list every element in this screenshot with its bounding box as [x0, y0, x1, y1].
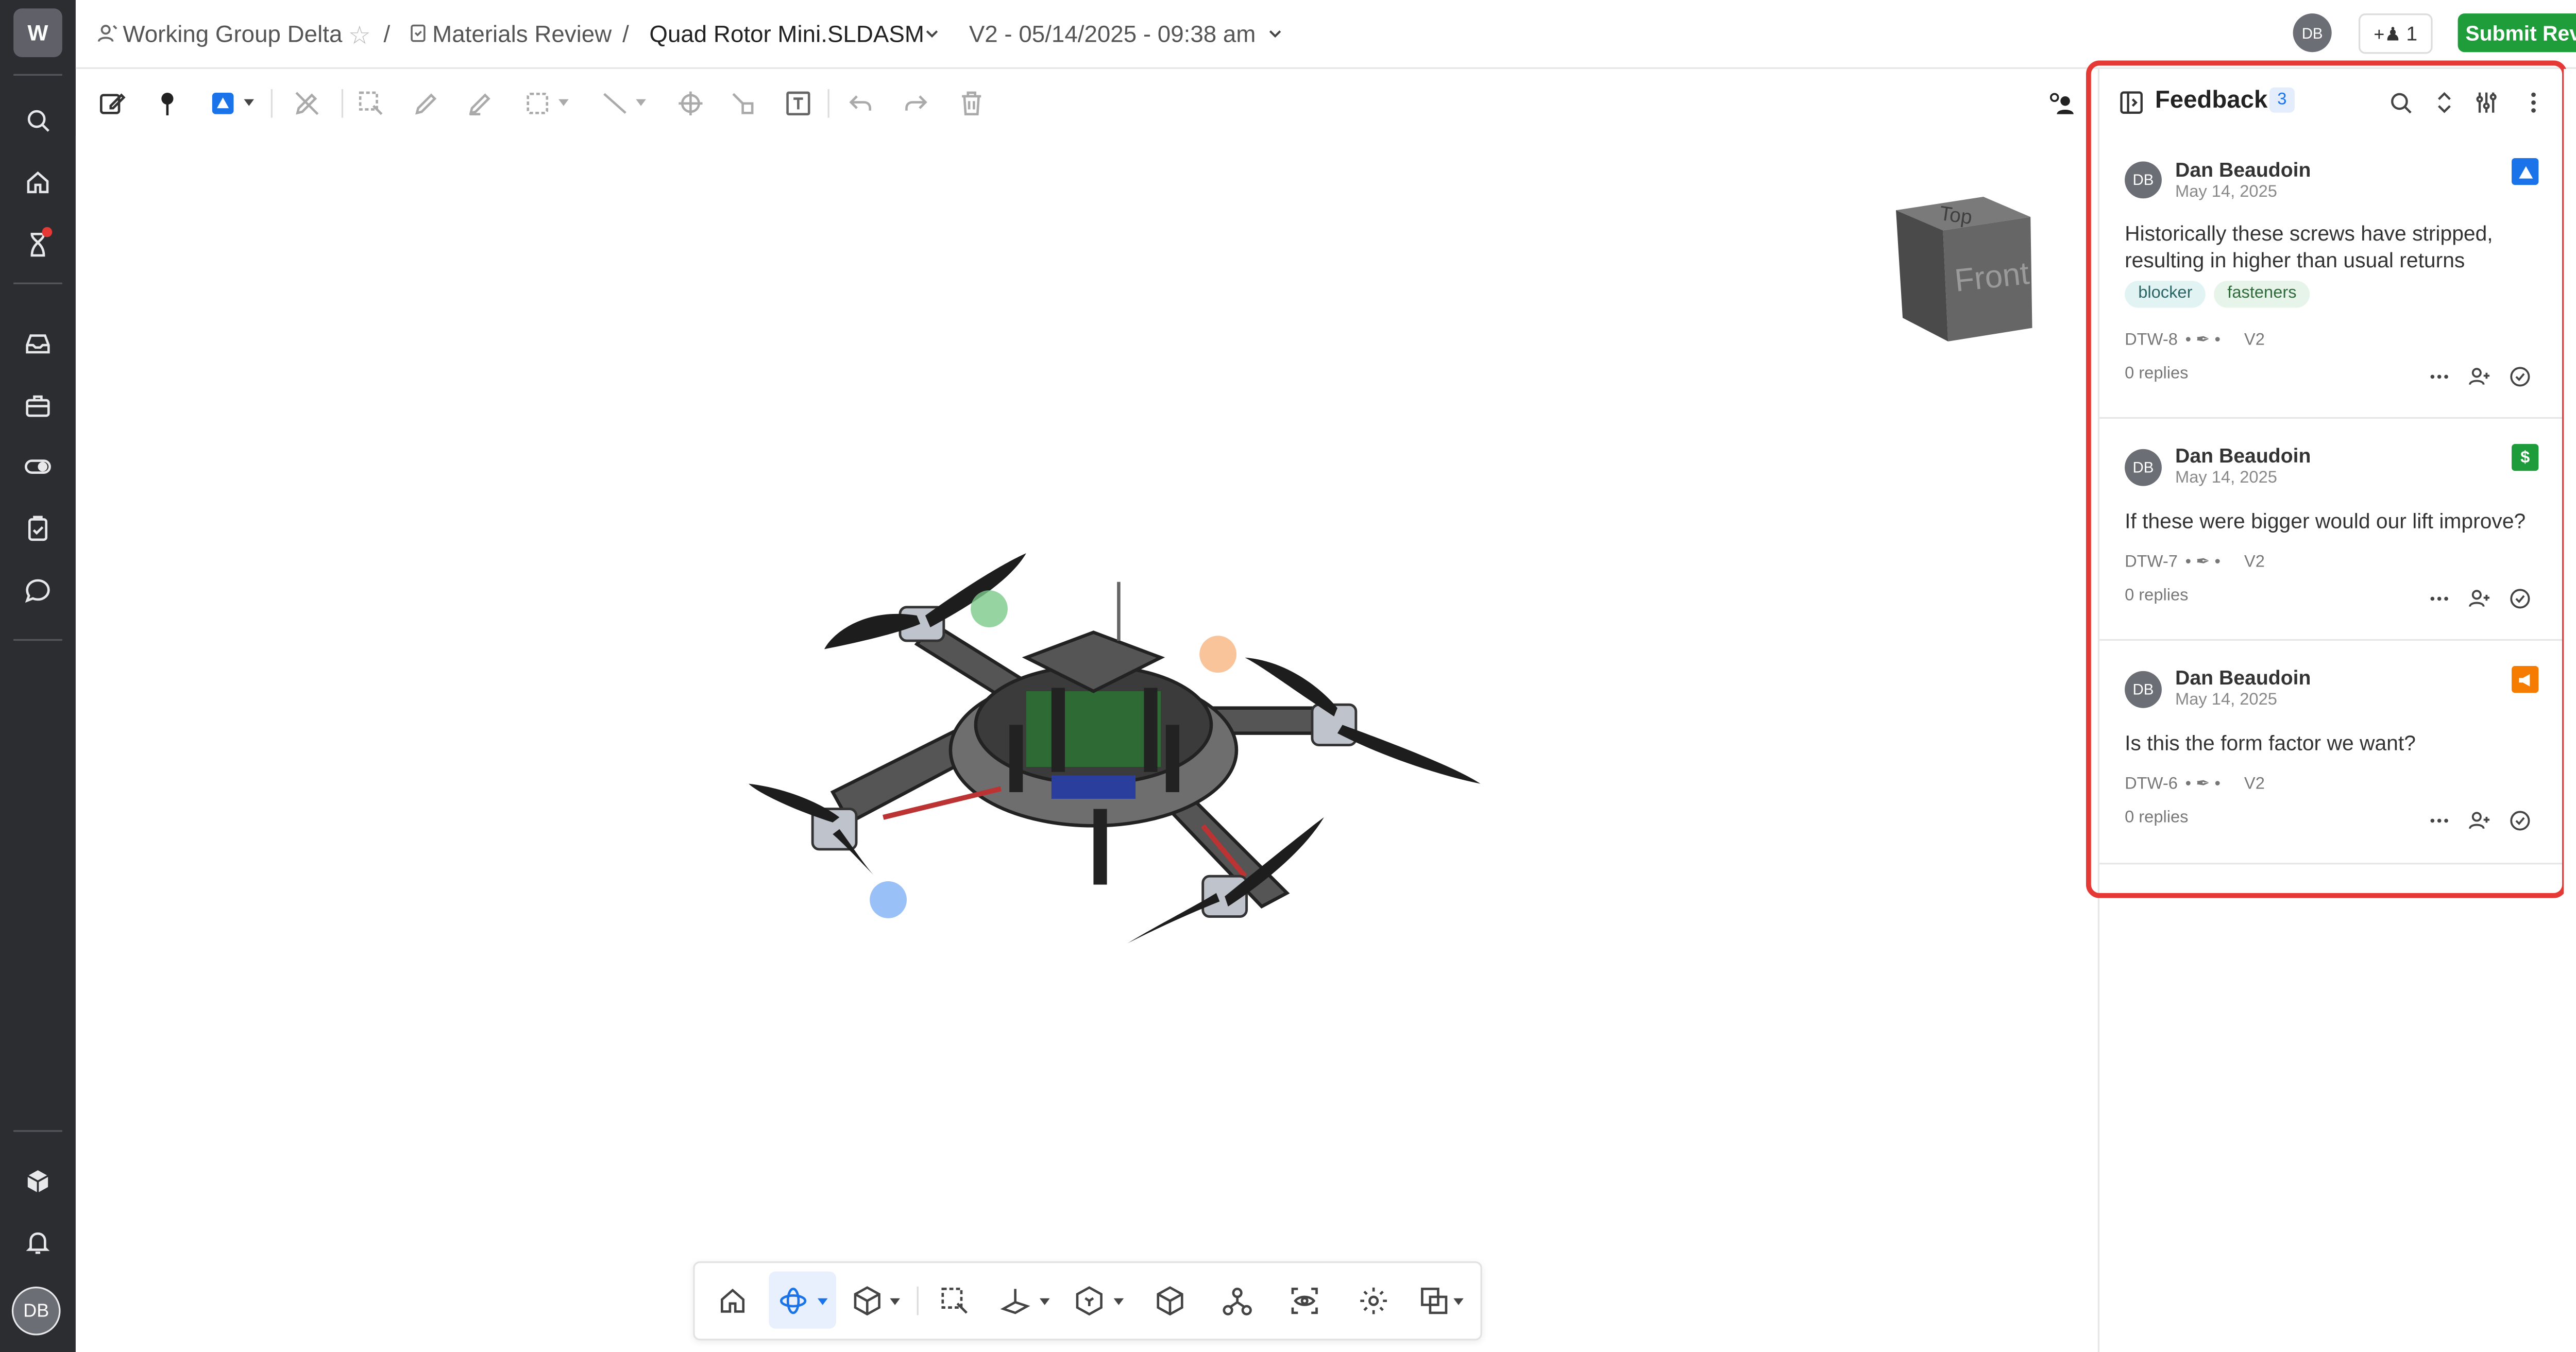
orbit-icon[interactable] [772, 1281, 812, 1319]
briefcase-icon[interactable] [15, 383, 59, 427]
comment-marker [870, 881, 907, 918]
star-icon[interactable]: ☆ [348, 20, 371, 50]
feedback-highlight-frame [2086, 60, 2567, 898]
right-rail: 3 [2564, 69, 2576, 1352]
measure-icon[interactable] [725, 86, 758, 119]
user-avatar-initials: DB [23, 1300, 49, 1321]
breadcrumb-separator: / [622, 20, 629, 47]
working-group-icon [96, 22, 120, 45]
model-viewport[interactable]: Top Front [75, 136, 2098, 1352]
top-bar: Working Group Delta ☆ / Materials Review… [75, 0, 2576, 69]
submit-review-button[interactable]: Submit Review [2458, 13, 2576, 53]
home-view-icon[interactable] [711, 1281, 752, 1319]
shape-icon[interactable] [520, 86, 553, 119]
explode-icon[interactable] [1068, 1281, 1108, 1319]
toolbar-divider [917, 1286, 919, 1315]
structure-icon[interactable] [1216, 1281, 1257, 1319]
category-picker-icon[interactable] [205, 86, 239, 119]
isometric-icon[interactable] [1149, 1281, 1189, 1319]
sidebar-divider [13, 282, 62, 284]
bell-icon[interactable] [15, 1219, 59, 1263]
chevron-down-icon[interactable] [922, 22, 942, 42]
search-icon[interactable] [15, 97, 59, 141]
quad-rotor-model [749, 553, 1481, 944]
chevron-down-icon[interactable] [244, 99, 255, 106]
view-cube-front-label[interactable]: Front [1953, 257, 2031, 302]
header-user-avatar[interactable]: DB [2293, 13, 2332, 53]
line-icon[interactable] [597, 86, 631, 119]
inbox-icon[interactable] [15, 321, 59, 365]
submit-review-label: Submit Review [2465, 21, 2576, 45]
toolbar-divider [827, 89, 829, 118]
chevron-down-icon[interactable] [1039, 1298, 1050, 1305]
breadcrumb-separator: / [383, 20, 391, 47]
breadcrumb-file[interactable]: Quad Rotor Mini.SLDASM [649, 20, 924, 47]
markup-toolbar [76, 69, 2098, 136]
version-selector[interactable]: V2 - 05/14/2025 - 09:38 am [969, 20, 1256, 47]
section-plane-icon[interactable] [994, 1281, 1035, 1319]
user-settings-icon[interactable] [2044, 86, 2077, 119]
comment-marker [971, 590, 1008, 627]
pin-icon[interactable] [150, 86, 183, 119]
undo-icon[interactable] [843, 86, 876, 119]
chevron-down-icon[interactable] [1265, 22, 1285, 42]
hourglass-icon[interactable] [15, 222, 59, 266]
settings-icon[interactable] [1352, 1281, 1393, 1319]
toggle-icon[interactable] [15, 444, 59, 488]
review-icon [407, 22, 429, 43]
highlighter-icon[interactable] [463, 86, 496, 119]
toolbar-divider [341, 89, 344, 118]
pencil-icon[interactable] [409, 86, 442, 119]
home-icon[interactable] [15, 160, 59, 203]
visibility-icon[interactable] [1283, 1281, 1324, 1319]
edit-icon[interactable] [94, 86, 128, 119]
workspace-initial: W [27, 20, 48, 46]
chevron-down-icon[interactable] [636, 99, 646, 106]
user-avatar[interactable]: DB [11, 1286, 61, 1336]
trash-icon[interactable] [954, 86, 987, 119]
view-toolbar [693, 1261, 1482, 1341]
breadcrumb-group[interactable]: Working Group Delta [123, 20, 342, 47]
text-box-icon[interactable] [781, 86, 814, 119]
box-select-icon[interactable] [934, 1281, 974, 1319]
cube-view-icon[interactable] [846, 1281, 886, 1319]
workspace-avatar[interactable]: W [13, 8, 62, 58]
share-button[interactable]: +♟ 1 [2358, 13, 2433, 54]
toolbar-divider [270, 89, 273, 118]
app-sidebar: W DB [0, 0, 76, 1352]
crosshair-icon[interactable] [673, 86, 706, 119]
sidebar-divider [13, 1130, 62, 1132]
pen-off-icon[interactable] [290, 86, 323, 119]
chevron-down-icon[interactable] [1453, 1298, 1464, 1305]
select-area-icon[interactable] [353, 86, 387, 119]
package-icon[interactable] [15, 1159, 59, 1203]
notification-dot [42, 227, 53, 237]
chat-icon[interactable] [15, 569, 59, 612]
sidebar-divider [13, 74, 62, 76]
share-count: 1 [2406, 22, 2418, 46]
sidebar-divider [13, 639, 62, 641]
view-cube[interactable]: Top Front [1892, 194, 2036, 345]
header-user-initials: DB [2301, 24, 2323, 41]
clipboard-icon[interactable] [15, 506, 59, 550]
chevron-down-icon[interactable] [817, 1298, 828, 1305]
comment-marker [1199, 636, 1236, 673]
chevron-down-icon[interactable] [1113, 1298, 1124, 1305]
chevron-down-icon[interactable] [558, 99, 569, 106]
redo-icon[interactable] [899, 86, 932, 119]
view-cube-top-label[interactable]: Top [1938, 201, 1974, 229]
breadcrumb-review[interactable]: Materials Review [432, 20, 612, 47]
add-user-icon: +♟ [2374, 24, 2401, 45]
chevron-down-icon[interactable] [890, 1298, 900, 1305]
layers-icon[interactable] [1413, 1281, 1453, 1319]
